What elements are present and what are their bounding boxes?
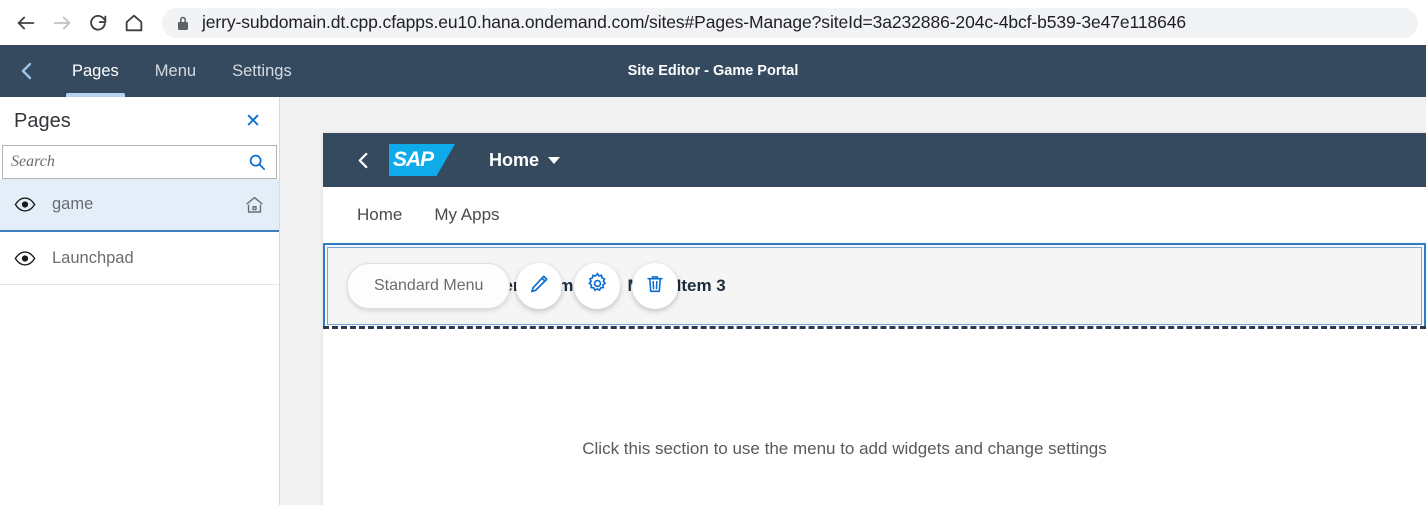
tab-pages-label: Pages — [72, 61, 119, 80]
url-text: jerry-subdomain.dt.cpp.cfapps.eu10.hana.… — [202, 12, 1187, 32]
preview-tab-home-label: Home — [357, 205, 403, 224]
eye-icon[interactable] — [14, 197, 44, 212]
preview-tab-my-apps[interactable]: My Apps — [418, 205, 515, 225]
shell-back-button[interactable] — [343, 150, 383, 171]
empty-section-placeholder[interactable]: Click this section to use the menu to ad… — [323, 327, 1426, 477]
app-nav-tabs: Pages Menu Settings — [54, 45, 310, 97]
tab-settings[interactable]: Settings — [214, 45, 310, 97]
home-icon — [244, 195, 265, 215]
site-preview-frame: SAP Home Home My Apps Menu Item 1 — [323, 133, 1426, 505]
close-icon[interactable]: ✕ — [241, 110, 265, 133]
tab-menu-label: Menu — [154, 61, 197, 80]
app-back-button[interactable] — [0, 45, 54, 97]
shell-home-menu[interactable]: Home — [489, 149, 561, 171]
search-icon[interactable] — [238, 153, 276, 171]
tab-settings-label: Settings — [232, 61, 292, 80]
search-input[interactable] — [3, 153, 238, 171]
browser-reload-button[interactable] — [80, 5, 116, 41]
section-settings-button[interactable] — [574, 263, 621, 309]
sap-logo-text: SAP — [393, 148, 434, 171]
section-tooltip-label: Standard Menu — [374, 277, 484, 294]
browser-back-button[interactable] — [8, 5, 44, 41]
pencil-icon — [528, 273, 550, 300]
section-tooltip: Standard Menu — [347, 263, 511, 309]
pages-list: game Launchpad — [0, 179, 279, 285]
edit-section-button[interactable] — [516, 263, 563, 309]
browser-forward-button[interactable] — [44, 5, 80, 41]
tab-pages[interactable]: Pages — [54, 45, 137, 97]
selected-menu-section[interactable]: Menu Item 1 Menu Item 2 Menu Item 3 Stan… — [323, 243, 1426, 329]
sidebar-item-launchpad[interactable]: Launchpad — [0, 232, 279, 285]
search-field[interactable] — [2, 145, 277, 179]
eye-icon[interactable] — [14, 250, 44, 266]
section-hint-text: Click this section to use the menu to ad… — [582, 439, 1107, 458]
sidebar-item-label: game — [52, 195, 94, 213]
address-bar[interactable]: jerry-subdomain.dt.cpp.cfapps.eu10.hana.… — [162, 7, 1418, 38]
preview-tab-bar: Home My Apps — [323, 187, 1426, 243]
sidebar-title: Pages — [14, 109, 71, 132]
sidebar-item-label: Launchpad — [52, 248, 134, 267]
browser-home-button[interactable] — [116, 5, 152, 41]
section-action-overlay: Standard Menu — [347, 245, 679, 327]
preview-tab-my-apps-label: My Apps — [434, 205, 500, 224]
sap-logo: SAP — [389, 144, 455, 176]
preview-tab-home[interactable]: Home — [341, 205, 418, 225]
preview-canvas: SAP Home Home My Apps Menu Item 1 — [280, 97, 1426, 505]
shell-header: SAP Home — [323, 133, 1426, 187]
tab-menu[interactable]: Menu — [137, 45, 214, 97]
app-header: Pages Menu Settings Site Editor - Game P… — [0, 45, 1426, 97]
gear-icon — [586, 272, 609, 300]
chevron-down-icon — [548, 156, 561, 164]
sidebar-item-game[interactable]: game — [0, 179, 279, 232]
sidebar-header: Pages ✕ — [0, 97, 279, 145]
shell-home-menu-label: Home — [489, 149, 540, 170]
workspace: Pages ✕ game — [0, 97, 1426, 505]
browser-toolbar: jerry-subdomain.dt.cpp.cfapps.eu10.hana.… — [0, 0, 1426, 45]
pages-sidebar: Pages ✕ game — [0, 97, 280, 505]
lock-icon — [176, 15, 190, 31]
trash-icon — [644, 273, 666, 300]
delete-section-button[interactable] — [632, 263, 679, 309]
